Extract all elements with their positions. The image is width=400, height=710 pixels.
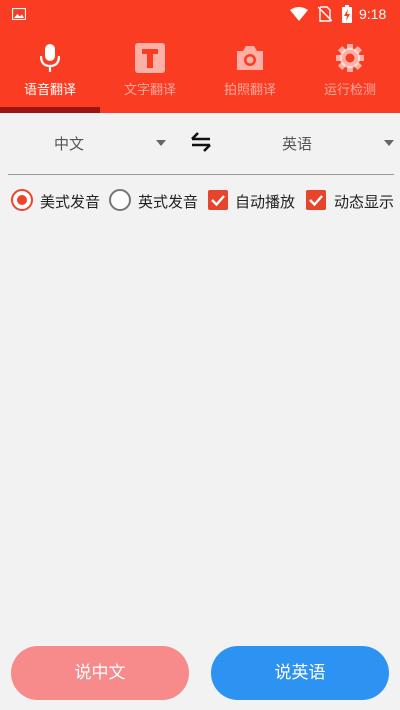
source-language-select[interactable]: 中文 bbox=[10, 113, 170, 173]
image-icon bbox=[12, 8, 26, 20]
microphone-icon bbox=[39, 44, 61, 72]
divider bbox=[8, 174, 394, 175]
us-pronunciation-label: 美式发音 bbox=[40, 193, 101, 211]
checkbox-checked-icon bbox=[208, 190, 228, 210]
uk-pronunciation-radio[interactable]: 英式发音 bbox=[109, 186, 203, 214]
tab-label: 文字翻译 bbox=[123, 83, 176, 98]
target-language-value: 英语 bbox=[282, 135, 313, 153]
target-language-select[interactable]: 英语 bbox=[230, 113, 400, 173]
radio-unchecked-icon bbox=[109, 189, 131, 211]
app-header: 9:18 语音翻译 文字翻译 拍照翻译 运行检测 bbox=[0, 0, 400, 113]
status-bar: 9:18 bbox=[0, 0, 400, 30]
speak-english-button[interactable]: 说英语 bbox=[211, 646, 389, 700]
dynamic-display-checkbox[interactable]: 动态显示 bbox=[306, 186, 398, 214]
checkbox-checked-icon bbox=[306, 190, 326, 210]
speak-chinese-button[interactable]: 说中文 bbox=[11, 646, 189, 700]
chevron-down-icon bbox=[384, 140, 394, 146]
tab-voice-translate[interactable]: 语音翻译 bbox=[0, 36, 100, 100]
dynamic-display-label: 动态显示 bbox=[334, 193, 395, 211]
tab-text-translate[interactable]: 文字翻译 bbox=[100, 36, 200, 100]
tab-running-check[interactable]: 运行检测 bbox=[300, 36, 400, 100]
status-time: 9:18 bbox=[359, 6, 387, 22]
tab-label: 拍照翻译 bbox=[223, 83, 276, 98]
tab-photo-translate[interactable]: 拍照翻译 bbox=[200, 36, 300, 100]
tab-bar: 语音翻译 文字翻译 拍照翻译 运行检测 bbox=[0, 36, 400, 106]
text-t-icon bbox=[135, 43, 165, 73]
language-selector-row: 中文 英语 bbox=[0, 113, 400, 175]
tab-label: 运行检测 bbox=[323, 83, 376, 98]
options-row: 美式发音 英式发音 自动播放 动态显示 bbox=[0, 186, 400, 216]
swap-arrows-icon[interactable] bbox=[188, 131, 214, 153]
radio-checked-icon bbox=[11, 189, 33, 211]
tab-label: 语音翻译 bbox=[23, 83, 76, 98]
auto-play-label: 自动播放 bbox=[235, 193, 296, 211]
gear-icon bbox=[336, 44, 364, 72]
wifi-icon bbox=[290, 7, 308, 21]
battery-charging-icon bbox=[342, 5, 352, 23]
source-language-value: 中文 bbox=[54, 135, 85, 153]
us-pronunciation-radio[interactable]: 美式发音 bbox=[11, 186, 103, 214]
auto-play-checkbox[interactable]: 自动播放 bbox=[208, 186, 300, 214]
camera-icon bbox=[237, 46, 263, 70]
uk-pronunciation-label: 英式发音 bbox=[138, 193, 199, 211]
chevron-down-icon bbox=[156, 140, 166, 146]
no-sim-icon bbox=[318, 6, 332, 22]
